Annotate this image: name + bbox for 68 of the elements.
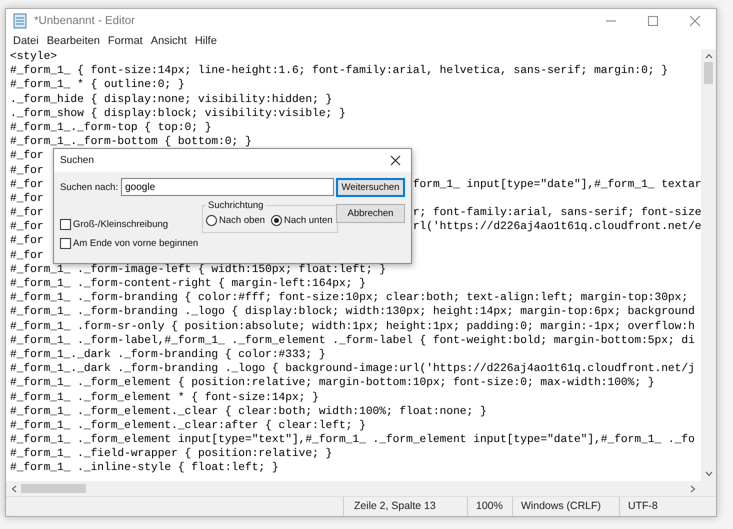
status-text: 100% xyxy=(467,497,512,516)
code-line: #_form_1_ ._form-branding ._logo { display:block; width:130px; height:14px; margin-top:6px; background xyxy=(10,306,695,318)
code-line: #_form_1_ .form-sr-only { position:absolute; width:1px; height:1px; padding:0; margin:-1px; overflow:h xyxy=(10,320,695,333)
checkbox[interactable] xyxy=(60,238,71,249)
code-line: #_form_1_ ._form_element._clear:after { clear:left; } xyxy=(10,420,366,432)
code-line: #_for xyxy=(10,206,44,220)
code-line: #_for xyxy=(10,250,44,262)
scroll-up-icon[interactable] xyxy=(704,53,712,59)
code-line: #_for xyxy=(10,220,44,234)
status-text: Zeile 2, Spalte 13 xyxy=(343,497,467,516)
checkbox[interactable] xyxy=(60,219,71,230)
code-line: #_form_1_ { font-size:14px; line-height:1.6; font-family:arial, helvetica, sans-serif; margin:0; } xyxy=(10,65,668,78)
radio-button[interactable] xyxy=(270,215,282,226)
radio-label: Nach oben xyxy=(219,215,265,226)
maximize-icon[interactable] xyxy=(647,14,659,26)
status-text: UTF-8 xyxy=(619,497,716,516)
checkbox-label: Am Ende von vorne beginnen xyxy=(73,238,198,249)
code-line: #_form_1_ * { outline:0; } xyxy=(10,79,185,92)
menu-item[interactable]: Bearbeiten xyxy=(44,34,103,46)
radio-label: Nach unten xyxy=(284,215,333,226)
cancel-button[interactable]: Abbrechen xyxy=(336,204,405,223)
code-line: #_form_1_._dark ._form-branding ._logo { background-image:url('https://d226aj4ao1t61q.cloudfront.net/j xyxy=(10,363,695,376)
code-line: #_form_1_ ._field-wrapper { position:relative; } xyxy=(10,448,332,460)
code-line: #_form_1_ ._form_element * { font-size:14px; } xyxy=(10,392,319,404)
code-line: <style> xyxy=(10,51,57,63)
menu-item[interactable]: Hilfe xyxy=(192,34,220,46)
find-next-button[interactable]: Weitersuchen xyxy=(336,178,405,197)
code-line: #_form_1_ ._form_element { position:relative; margin-bottom:10px; font-size:0; max-width:100%; } xyxy=(10,377,655,390)
code-line: #_form_1_._dark ._form-branding { color:#333; } xyxy=(10,348,326,361)
code-line: #_form_1_ ._inline-style { float:left; } xyxy=(10,462,279,474)
code-line: #_form_1_ ._form-branding { color:#fff; font-size:10px; clear:both; text-align:left; margin-top:30px; xyxy=(10,292,688,304)
code-line: r; font-family:arial, sans-serif; font-size xyxy=(412,206,701,220)
code-line: #_form_1_._form-top { top:0; } xyxy=(10,122,212,134)
menu-item[interactable]: Datei xyxy=(10,34,42,46)
code-line: #_form_1_ ._form-label,#_form_1_ ._form_element ._form-label { font-weight:bold; margin-bottom:5px; di xyxy=(10,334,695,347)
radio-button[interactable] xyxy=(206,215,217,226)
code-line: #_form_1_._form-bottom { bottom:0; } xyxy=(10,136,252,148)
menu-item[interactable]: Format xyxy=(104,34,146,46)
window-title: *Unbenannt - Editor xyxy=(34,14,136,26)
close-icon[interactable] xyxy=(390,155,401,166)
scroll-thumb[interactable] xyxy=(21,484,86,493)
status-text: Windows (CRLF) xyxy=(512,497,619,516)
horizontal-scrollbar[interactable] xyxy=(6,481,701,496)
notepad-icon xyxy=(12,12,28,28)
search-label: Suchen nach: xyxy=(60,182,118,192)
code-line: #_form_1_ ._form-image-left { width:150px; float:left; } xyxy=(10,264,386,276)
scroll-thumb[interactable] xyxy=(704,62,713,84)
code-line: #_form_1_ ._form_element._clear { clear:both; width:100%; float:none; } xyxy=(10,406,487,418)
scroll-left-icon[interactable] xyxy=(11,484,17,492)
code-line: ._form_hide { display:none; visibility:hidden; } xyxy=(10,94,332,106)
code-line: #_for xyxy=(10,150,44,162)
code-line: form_1_ input[type="date"],#_form_1_ textar xyxy=(412,178,701,192)
code-line: rl('https://d226aj4ao1t61q.cloudfront.net/e xyxy=(412,220,701,234)
scroll-down-icon[interactable] xyxy=(704,471,712,477)
dialog-title: Suchen xyxy=(60,155,94,166)
checkbox-label: Groß-/Kleinschreibung xyxy=(73,219,168,230)
code-line: #_form_1_ ._form-content-right { margin-left:164px; } xyxy=(10,278,366,290)
menu-item[interactable]: Ansicht xyxy=(148,34,190,46)
scroll-right-icon[interactable] xyxy=(690,484,696,492)
code-line: ._form_show { display:block; visibility:visible; } xyxy=(10,108,346,120)
code-line: #_for xyxy=(10,192,44,205)
code-line: #_form_1_ ._form_element input[type="text"],#_form_1_ ._form_element input[type="date"],#_form_1_ ._fo xyxy=(10,434,695,446)
code-line: #_for xyxy=(10,178,44,192)
group-label: Suchrichtung xyxy=(207,200,264,211)
code-line: #_for xyxy=(10,235,44,248)
search-field[interactable]: google xyxy=(121,178,334,196)
vertical-scrollbar[interactable] xyxy=(701,49,716,481)
code-line: #_for xyxy=(10,164,44,176)
